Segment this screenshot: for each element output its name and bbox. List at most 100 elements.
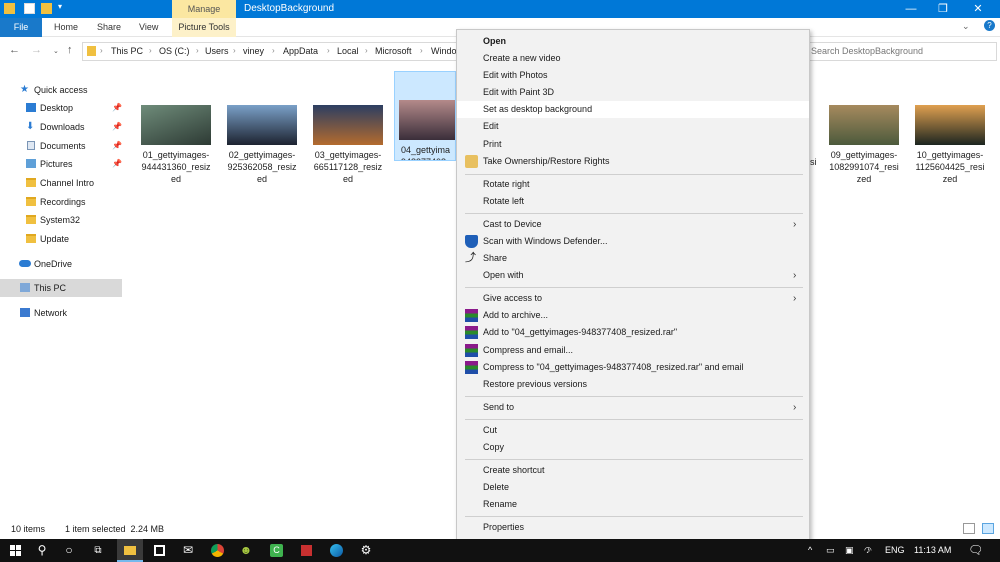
sidebar-item-recordings[interactable]: Recordings — [0, 193, 122, 211]
file-item[interactable]: 02_gettyimages- 925362058_resiz ed — [223, 100, 301, 185]
sidebar-item-system32[interactable]: System32 — [0, 211, 122, 229]
back-arrow-icon[interactable]: ← — [9, 44, 20, 56]
breadcrumb-local[interactable]: Local — [337, 46, 359, 56]
start-button[interactable] — [3, 539, 27, 562]
file-item-selected[interactable]: 04_gettyima948377408_red — [394, 71, 456, 161]
search-icon[interactable]: ⚲ — [30, 539, 54, 562]
menu-item-compress-rar-email[interactable]: Compress to "04_gettyimages-948377408_re… — [457, 359, 809, 376]
breadcrumb-users[interactable]: Users — [205, 46, 229, 56]
menu-item-open-with[interactable]: Open with › — [457, 267, 809, 284]
app-icon[interactable] — [294, 539, 318, 562]
menu-item-send-to[interactable]: Send to › — [457, 399, 809, 416]
breadcrumb-microsoft[interactable]: Microsoft — [375, 46, 412, 56]
up-arrow-icon[interactable]: ↑ — [67, 44, 73, 56]
sidebar-item-update[interactable]: Update — [0, 230, 122, 248]
sidebar-item-channel-intro[interactable]: Channel Intro — [0, 174, 122, 192]
sidebar-item-desktop[interactable]: Desktop 📌 — [0, 99, 122, 117]
menu-item-take-ownership[interactable]: Take Ownership/Restore Rights — [457, 153, 809, 170]
notification-icon[interactable]: 🗨 — [968, 539, 983, 562]
tab-picture-tools[interactable]: Picture Tools — [172, 18, 236, 37]
battery-icon[interactable]: ▭ — [826, 539, 835, 562]
menu-item-rename[interactable]: Rename — [457, 496, 809, 513]
menu-item-edit-photos[interactable]: Edit with Photos — [457, 67, 809, 84]
search-input[interactable]: Search DesktopBackground — [807, 42, 997, 61]
recent-locations-icon[interactable]: ⌄ — [53, 47, 59, 55]
menu-item-edit[interactable]: Edit — [457, 118, 809, 135]
file-item[interactable]: 10_gettyimages- 1125604425_resi zed — [911, 100, 989, 185]
sidebar-item-quick-access[interactable]: ★ Quick access — [0, 81, 122, 99]
tab-home[interactable]: Home — [54, 18, 78, 37]
display-icon[interactable]: ▣ — [845, 539, 854, 562]
breadcrumb-this-pc[interactable]: This PC — [111, 46, 143, 56]
mail-icon[interactable]: ✉ — [176, 539, 200, 562]
properties-icon[interactable] — [24, 3, 35, 14]
menu-item-rotate-right[interactable]: Rotate right — [457, 176, 809, 193]
sidebar-item-downloads[interactable]: ⬇ Downloads 📌 — [0, 118, 122, 136]
chrome-icon[interactable] — [205, 539, 229, 562]
file-item[interactable]: 03_gettyimages- 665117128_resiz ed — [309, 100, 387, 185]
expand-ribbon-icon[interactable]: ⌄ — [962, 21, 970, 32]
tab-share[interactable]: Share — [97, 18, 121, 37]
details-view-icon[interactable] — [963, 523, 975, 534]
tab-view[interactable]: View — [139, 18, 158, 37]
sidebar-item-network[interactable]: Network — [0, 304, 122, 322]
help-icon[interactable]: ? — [984, 20, 995, 31]
menu-item-set-desktop-background[interactable]: Set as desktop background — [457, 101, 809, 118]
menu-item-restore-versions[interactable]: Restore previous versions — [457, 376, 809, 393]
breadcrumb-windows[interactable]: Windo — [431, 46, 457, 56]
folder-icon — [26, 234, 36, 243]
breadcrumb-viney[interactable]: viney — [243, 46, 264, 56]
breadcrumb-os-c[interactable]: OS (C:) — [159, 46, 190, 56]
maximize-button[interactable]: ❐ — [927, 0, 959, 18]
file-tab[interactable]: File — [0, 18, 42, 37]
edge-icon[interactable] — [324, 539, 348, 562]
sidebar-item-pictures[interactable]: Pictures 📌 — [0, 155, 122, 173]
menu-item-cut[interactable]: Cut — [457, 422, 809, 439]
file-explorer-icon[interactable] — [117, 539, 143, 562]
task-view-icon[interactable]: ⧉ — [86, 539, 110, 562]
settings-gear-icon[interactable]: ⚙ — [354, 539, 378, 562]
large-icons-view-icon[interactable] — [982, 523, 994, 534]
forward-arrow-icon[interactable]: → — [31, 44, 42, 56]
language-indicator[interactable]: ENG — [885, 539, 905, 562]
pictures-icon — [26, 159, 36, 168]
cortana-icon[interactable]: ○ — [57, 539, 81, 562]
customize-quick-access-icon[interactable]: ▾ — [58, 2, 62, 11]
sidebar-item-documents[interactable]: Documents 📌 — [0, 137, 122, 155]
store-icon[interactable] — [147, 539, 171, 562]
menu-item-scan-defender[interactable]: Scan with Windows Defender... — [457, 233, 809, 250]
menu-item-cast-to-device[interactable]: Cast to Device › — [457, 216, 809, 233]
menu-item-properties[interactable]: Properties — [457, 519, 809, 536]
menu-item-delete[interactable]: Delete — [457, 479, 809, 496]
ownership-icon — [465, 155, 478, 168]
app-icon[interactable]: ☻ — [234, 539, 258, 562]
folder-icon — [87, 46, 96, 56]
menu-item-compress-email[interactable]: Compress and email... — [457, 342, 809, 359]
thumbnail-image — [829, 105, 899, 145]
sidebar-item-onedrive[interactable]: OneDrive — [0, 255, 122, 273]
menu-item-edit-paint3d[interactable]: Edit with Paint 3D — [457, 84, 809, 101]
menu-item-rotate-left[interactable]: Rotate left — [457, 193, 809, 210]
close-button[interactable]: ✕ — [962, 0, 994, 18]
file-item[interactable]: 09_gettyimages- 1082991074_resi zed — [825, 100, 903, 185]
menu-item-share[interactable]: ⤴ Share — [457, 250, 809, 267]
volume-icon[interactable]: ♪ — [866, 539, 871, 562]
menu-item-create-video[interactable]: Create a new video — [457, 50, 809, 67]
menu-item-open[interactable]: Open — [457, 33, 809, 50]
menu-item-print[interactable]: Print — [457, 136, 809, 153]
menu-item-give-access[interactable]: Give access to › — [457, 290, 809, 307]
new-folder-icon[interactable] — [41, 3, 52, 14]
breadcrumb-appdata[interactable]: AppData — [283, 46, 318, 56]
menu-item-create-shortcut[interactable]: Create shortcut — [457, 462, 809, 479]
menu-item-add-to-rar[interactable]: Add to "04_gettyimages-948377408_resized… — [457, 324, 809, 341]
file-item[interactable]: 01_gettyimages- 944431360_resiz ed — [137, 100, 215, 185]
sidebar-item-this-pc[interactable]: This PC — [0, 279, 122, 297]
minimize-button[interactable]: — — [895, 0, 927, 18]
clock[interactable]: 11:13 AM — [914, 539, 951, 562]
file-name: 10_gettyimages- 1125604425_resi zed — [915, 150, 985, 184]
chevron-up-icon[interactable]: ^ — [808, 539, 812, 562]
menu-item-add-to-archive[interactable]: Add to archive... — [457, 307, 809, 324]
manage-tab[interactable]: Manage — [172, 0, 236, 18]
camtasia-icon[interactable]: C — [264, 539, 288, 562]
menu-item-copy[interactable]: Copy — [457, 439, 809, 456]
